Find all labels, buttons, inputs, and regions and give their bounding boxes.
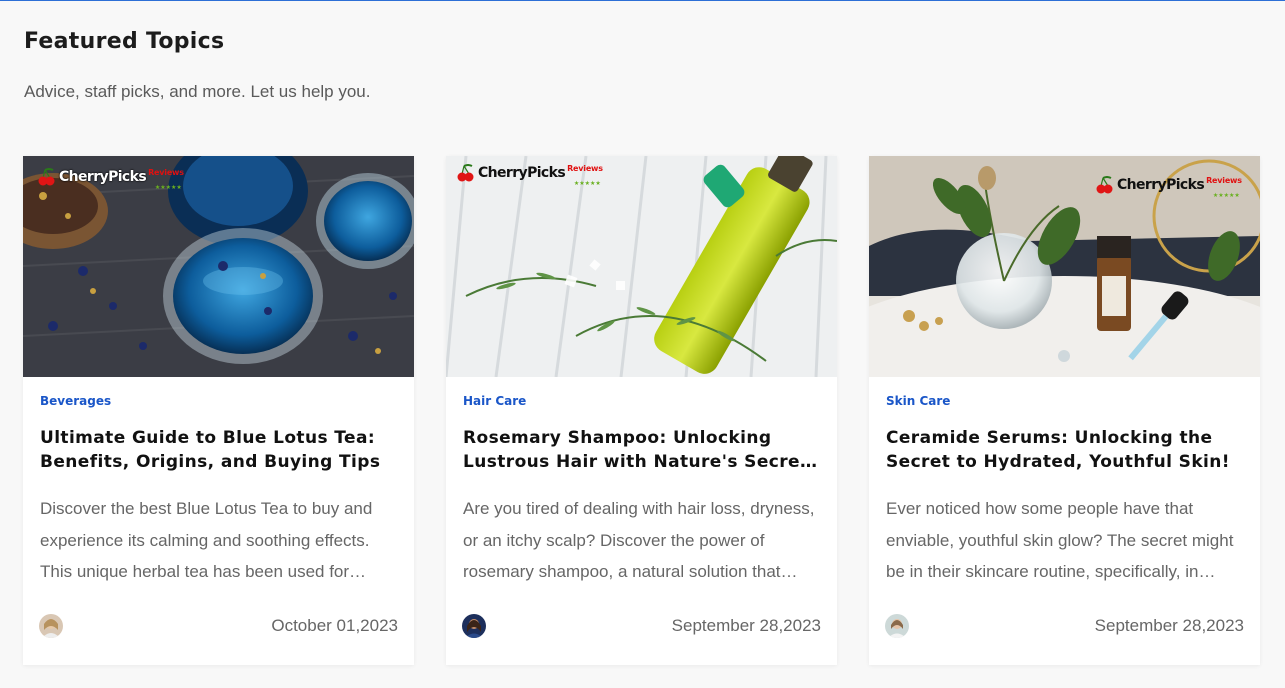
logo-tag: Reviews bbox=[148, 167, 184, 177]
author-avatar[interactable] bbox=[885, 614, 909, 638]
featured-cards: CherryPicks Reviews ★★★★★ Beverages Ulti… bbox=[23, 156, 1260, 665]
cherry-icon bbox=[38, 168, 55, 186]
section-subtitle: Advice, staff picks, and more. Let us he… bbox=[24, 82, 371, 101]
logo-brand: CherryPicks bbox=[478, 165, 566, 181]
article-card[interactable]: CherryPicks Reviews ★★★★★ Skin Care Cera… bbox=[869, 156, 1260, 665]
logo-brand: CherryPicks bbox=[1117, 177, 1205, 193]
cherrypicks-logo: CherryPicks Reviews ★★★★★ bbox=[456, 163, 603, 187]
author-avatar[interactable] bbox=[39, 614, 63, 638]
section-title: Featured Topics bbox=[24, 29, 225, 54]
article-excerpt: Discover the best Blue Lotus Tea to buy … bbox=[40, 499, 373, 581]
article-card[interactable]: CherryPicks Reviews ★★★★★ Hair Care Rose… bbox=[446, 156, 837, 665]
article-title[interactable]: Ceramide Serums: Unlocking the Secret to… bbox=[886, 426, 1246, 474]
article-image[interactable]: CherryPicks Reviews ★★★★★ bbox=[446, 156, 837, 377]
article-title[interactable]: Rosemary Shampoo: Unlocking Lustrous Hai… bbox=[463, 426, 823, 474]
article-image[interactable]: CherryPicks Reviews ★★★★★ bbox=[869, 156, 1260, 377]
logo-tag: Reviews bbox=[567, 163, 603, 173]
cherry-icon bbox=[1096, 176, 1113, 194]
category-link[interactable]: Skin Care bbox=[886, 394, 950, 408]
article-title[interactable]: Ultimate Guide to Blue Lotus Tea: Benefi… bbox=[40, 426, 400, 474]
article-card[interactable]: CherryPicks Reviews ★★★★★ Beverages Ulti… bbox=[23, 156, 414, 665]
cherrypicks-logo: CherryPicks Reviews ★★★★★ bbox=[37, 167, 184, 191]
category-link[interactable]: Beverages bbox=[40, 394, 111, 408]
logo-stars: ★★★★★ bbox=[154, 185, 182, 191]
cherrypicks-logo: CherryPicks Reviews ★★★★★ bbox=[1095, 175, 1242, 199]
logo-stars: ★★★★★ bbox=[573, 181, 601, 187]
article-image[interactable]: CherryPicks Reviews ★★★★★ bbox=[23, 156, 414, 377]
article-date: October 01,2023 bbox=[271, 616, 398, 635]
author-avatar[interactable] bbox=[462, 614, 486, 638]
article-date: September 28,2023 bbox=[671, 616, 821, 635]
article-excerpt: Ever noticed how some people have that e… bbox=[886, 499, 1234, 581]
article-excerpt: Are you tired of dealing with hair loss,… bbox=[463, 499, 815, 581]
article-date: September 28,2023 bbox=[1094, 616, 1244, 635]
logo-brand: CherryPicks bbox=[59, 169, 147, 185]
category-link[interactable]: Hair Care bbox=[463, 394, 526, 408]
cherry-icon bbox=[457, 164, 474, 182]
logo-tag: Reviews bbox=[1206, 175, 1242, 185]
logo-stars: ★★★★★ bbox=[1212, 193, 1240, 199]
